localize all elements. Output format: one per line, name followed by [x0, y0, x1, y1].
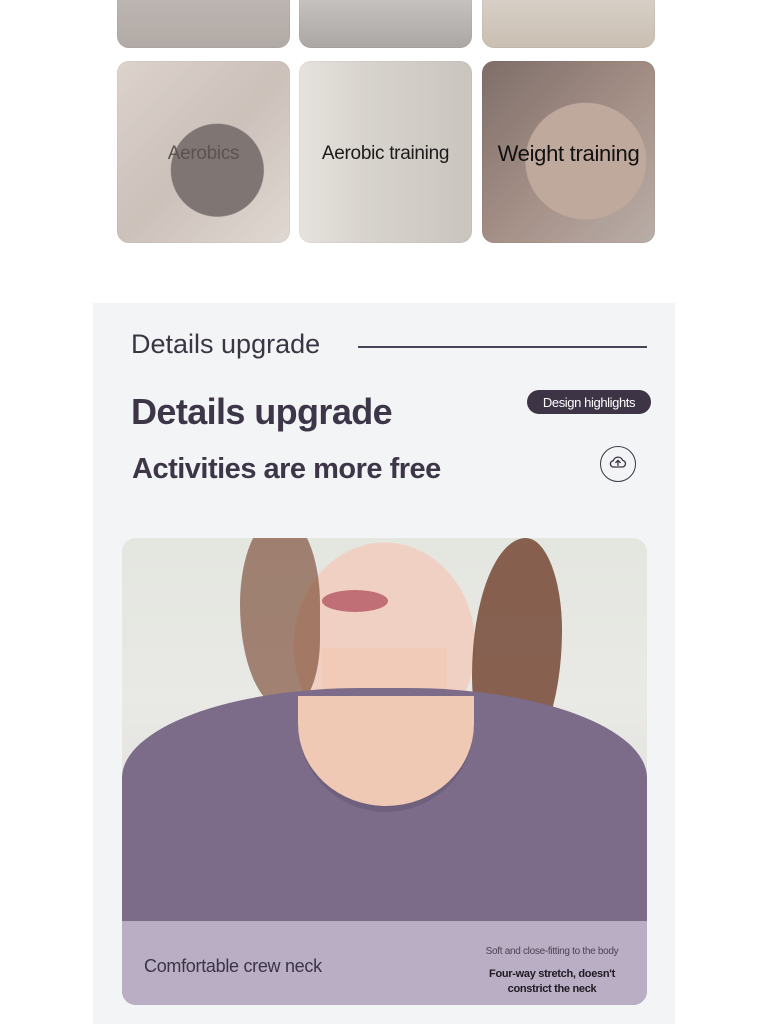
category-tile-aerobics[interactable]: Aerobics [117, 61, 290, 243]
tile-overlay [299, 0, 472, 48]
caption-big: Four-way stretch, doesn't constrict the … [489, 968, 615, 995]
tile-overlay [117, 0, 290, 48]
category-tile[interactable] [482, 0, 655, 48]
caption-small: Soft and close-fitting to the body [485, 946, 619, 957]
category-tile-label: Aerobics [167, 143, 240, 164]
product-photo: Comfortable crew neck Soft and close-fit… [122, 538, 647, 1005]
category-tile[interactable] [299, 0, 472, 48]
details-subheading: Activities are more free [132, 453, 441, 485]
design-highlights-badge: Design highlights [527, 390, 651, 414]
category-tile-label: Aerobic training [321, 143, 450, 164]
section-divider [358, 346, 647, 348]
details-heading: Details upgrade [131, 391, 393, 432]
section-title: Details upgrade [131, 329, 321, 359]
photo-caption-right: Soft and close-fitting to the body Four-… [467, 946, 637, 997]
category-tile-label: Weight training [497, 141, 640, 166]
category-tile[interactable] [117, 0, 290, 48]
photo-caption-left: Comfortable crew neck [144, 956, 322, 976]
category-tile-weight-training[interactable]: Weight training [482, 61, 655, 243]
hair-shape [240, 538, 320, 708]
cloud-upload-button[interactable] [600, 446, 636, 482]
tile-overlay [482, 0, 655, 48]
cloud-upload-icon [608, 452, 628, 477]
details-panel: Details upgrade Details upgrade Design h… [93, 303, 675, 1024]
lips-shape [322, 590, 388, 612]
category-tile-aerobic-training[interactable]: Aerobic training [299, 61, 472, 243]
